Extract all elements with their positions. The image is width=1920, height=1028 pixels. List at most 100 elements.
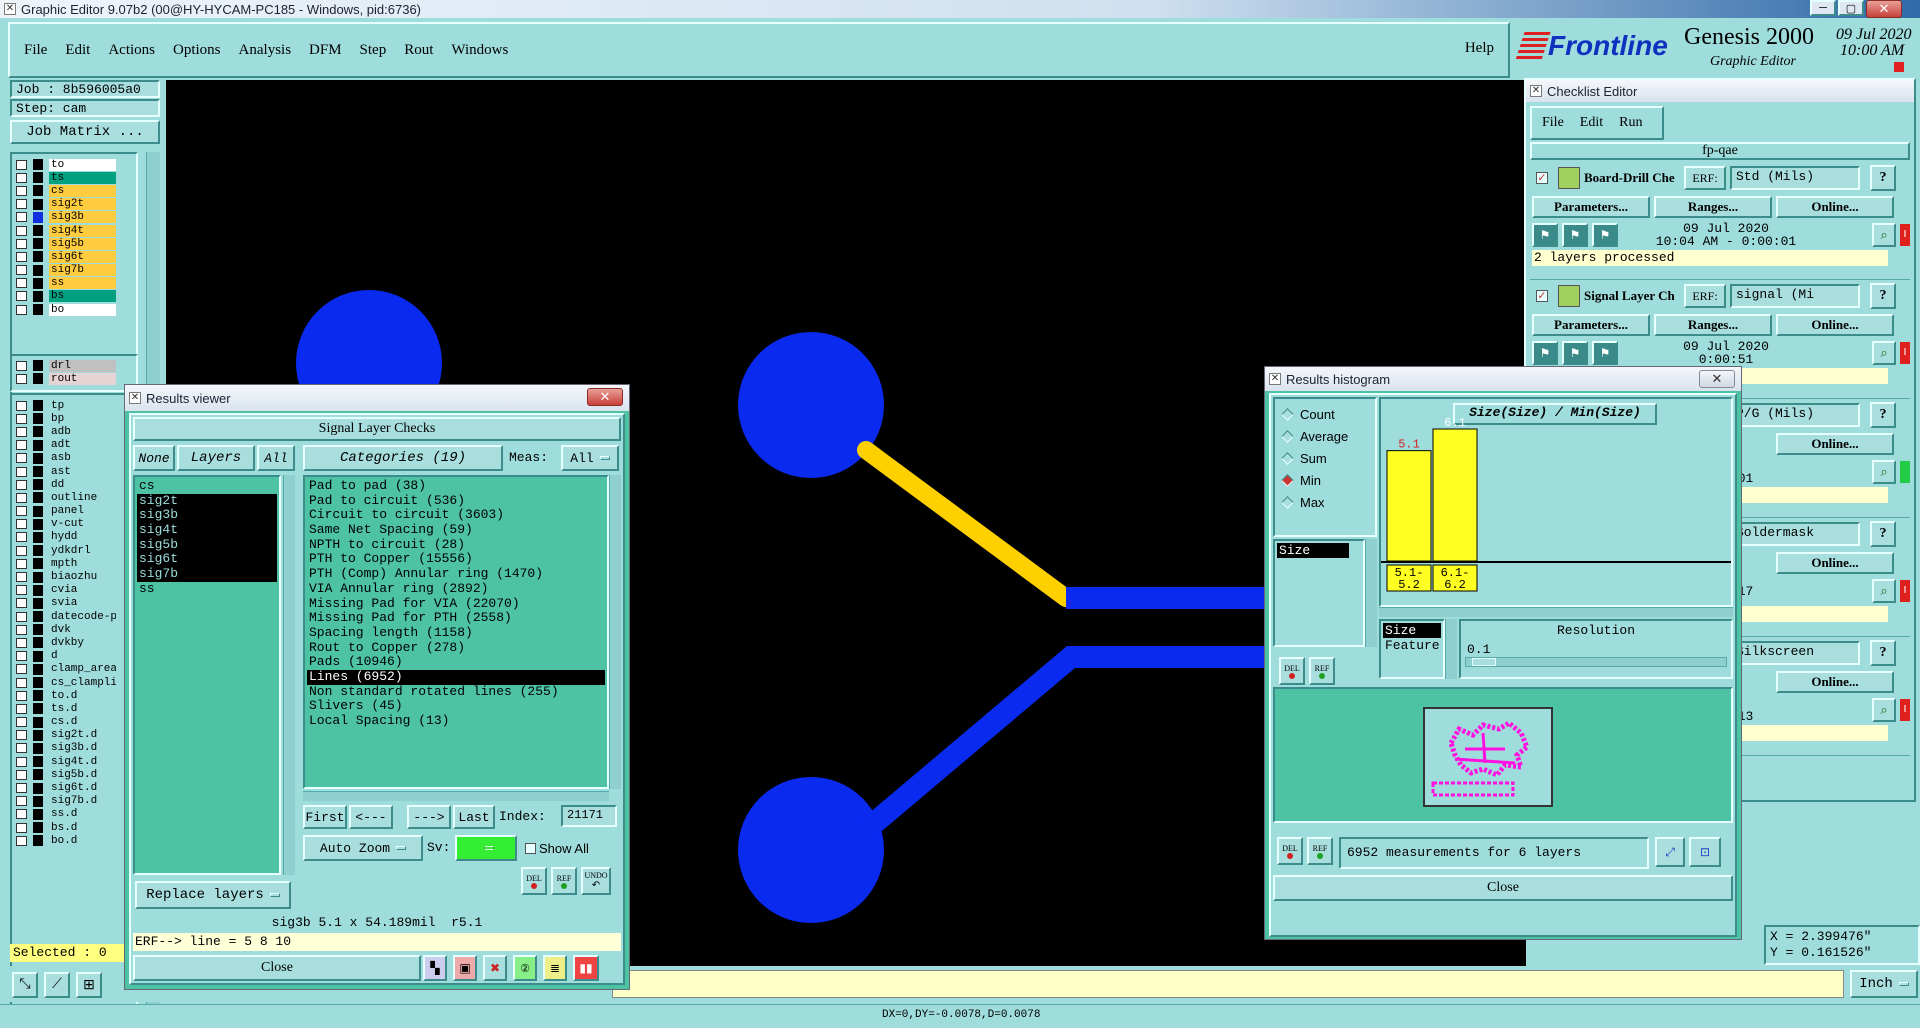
menu-item-actions[interactable]: Actions (108, 42, 155, 59)
axis-size[interactable]: Size (1383, 623, 1441, 638)
layer-name[interactable]: sig3b (49, 211, 116, 224)
layer-visibility-checkbox[interactable] (16, 519, 27, 530)
layer-name[interactable]: bo (49, 303, 116, 316)
layer-visibility-checkbox[interactable] (16, 225, 27, 236)
hist-del-button[interactable]: DEL (1279, 657, 1305, 685)
layer-name[interactable]: ast (49, 466, 116, 478)
layer-row[interactable]: cs (12, 184, 136, 197)
ref-button[interactable]: REF (551, 867, 577, 895)
run-action-icon[interactable]: ⚑ (1592, 223, 1618, 247)
layer-row[interactable]: sig6t.d (12, 781, 136, 794)
show-all-toggle[interactable]: Show All (525, 841, 589, 856)
category-item[interactable]: Spacing length (1158) (307, 625, 605, 641)
report-tool-icon[interactable]: ≣ (543, 955, 567, 981)
histogram-bar[interactable] (1432, 428, 1478, 562)
ranges-button[interactable]: Ranges... (1654, 196, 1772, 218)
results-viewer-close-icon[interactable]: ✕ (587, 388, 623, 406)
preview-del-button[interactable]: DEL (1277, 837, 1303, 865)
layer-row[interactable]: dvkby (12, 636, 136, 649)
layer-name[interactable]: sig5b (49, 237, 116, 250)
zoom-results-icon[interactable]: ⌕ (1872, 341, 1896, 365)
layer-row[interactable]: sig6t (12, 250, 136, 263)
layer-row[interactable]: sig7b.d (12, 795, 136, 808)
layer-name[interactable]: dd (49, 479, 116, 491)
layer-name[interactable]: outline (49, 492, 116, 504)
undo-button[interactable]: UNDO ↶ (581, 867, 611, 895)
layer-row[interactable]: ts (12, 171, 136, 184)
layer-visibility-checkbox[interactable] (16, 598, 27, 609)
layer-name[interactable]: ts (49, 171, 116, 184)
layer-row[interactable]: mpth (12, 557, 136, 570)
layer-row[interactable]: ydkdrl (12, 544, 136, 557)
layer-row[interactable]: biaozhu (12, 570, 136, 583)
layer-visibility-checkbox[interactable] (16, 783, 27, 794)
checklist-menu-run[interactable]: Run (1619, 115, 1642, 131)
parameters-button[interactable]: Parameters... (1532, 314, 1650, 336)
mode-radio-icon[interactable] (1281, 495, 1294, 509)
mode-radio-icon[interactable] (1281, 451, 1294, 465)
menu-help[interactable]: Help (1465, 40, 1494, 57)
unit-selector[interactable]: Inch (1850, 970, 1918, 998)
category-item[interactable]: Missing Pad for VIA (22070) (307, 596, 605, 612)
index-field[interactable]: 21171 (561, 805, 617, 827)
layer-visibility-checkbox[interactable] (16, 212, 27, 223)
menu-item-rout[interactable]: Rout (404, 42, 433, 59)
resolution-slider[interactable] (1465, 657, 1727, 667)
layer-row[interactable]: sig2t.d (12, 729, 136, 742)
layer-row[interactable]: cvia (12, 584, 136, 597)
mode-sum[interactable]: Sum (1281, 447, 1367, 469)
histogram-tool-icon[interactable]: ▮▮ (573, 955, 599, 981)
layer-name[interactable]: biaozhu (49, 571, 116, 583)
checklist-menu-edit[interactable]: Edit (1580, 115, 1603, 131)
layer-row[interactable]: bs.d (12, 821, 136, 834)
run-action-icon[interactable]: ⚑ (1532, 223, 1558, 247)
layer-name[interactable]: hydd (49, 531, 116, 543)
layers-tab[interactable]: Layers (177, 445, 255, 471)
category-item[interactable]: Rout to Copper (278) (307, 640, 605, 656)
field-size[interactable]: Size (1277, 543, 1349, 558)
run-action-icon[interactable]: ⚑ (1562, 341, 1588, 365)
meas-dropdown[interactable]: All (561, 445, 619, 471)
layer-name[interactable]: bs.d (49, 822, 116, 834)
first-button[interactable]: First (303, 805, 347, 829)
layer-name[interactable]: cvia (49, 584, 116, 596)
help-button[interactable]: ? (1870, 640, 1896, 666)
online-button[interactable]: Online... (1776, 314, 1894, 336)
run-action-icon[interactable]: ⚑ (1592, 341, 1618, 365)
layer-name[interactable]: dvk (49, 624, 116, 636)
mode-radio-icon[interactable] (1281, 473, 1294, 487)
layer-visibility-checkbox[interactable] (16, 756, 27, 767)
layer-row[interactable]: d (12, 650, 136, 663)
layer-row[interactable]: hydd (12, 531, 136, 544)
clear-tool-icon[interactable]: ✖ (483, 955, 507, 981)
layer-visibility-checkbox[interactable] (16, 545, 27, 556)
layer-name[interactable]: adb (49, 426, 116, 438)
layer-name[interactable]: bs (49, 290, 116, 303)
layer-visibility-checkbox[interactable] (16, 304, 27, 315)
menu-item-file[interactable]: File (24, 42, 47, 59)
histogram-close-icon[interactable]: ✕ (1699, 370, 1735, 388)
layer-name[interactable]: datecode-p (49, 611, 116, 623)
layer-visibility-checkbox[interactable] (16, 637, 27, 648)
layer-name[interactable]: sig3b.d (49, 742, 116, 754)
online-button[interactable]: Online... (1776, 433, 1894, 455)
layer-visibility-checkbox[interactable] (16, 651, 27, 662)
layer-row[interactable]: rout (12, 372, 136, 385)
layer-name[interactable]: ss (49, 277, 116, 290)
erf-value[interactable]: Soldermask (1730, 522, 1860, 546)
layer-name[interactable]: drl (49, 359, 116, 372)
layer-row[interactable]: ss (12, 277, 136, 290)
layer-visibility-checkbox[interactable] (16, 265, 27, 276)
sv-color-dropdown[interactable] (455, 835, 517, 861)
layer-name[interactable]: sig5b.d (49, 769, 116, 781)
layer-row[interactable]: bp (12, 412, 136, 425)
layer-visibility-checkbox[interactable] (16, 730, 27, 741)
layer-row[interactable]: sig5b.d (12, 768, 136, 781)
measure-tool-icon[interactable]: ⟋ (44, 972, 70, 998)
help-button[interactable]: ? (1870, 165, 1896, 191)
layer-visibility-checkbox[interactable] (16, 466, 27, 477)
layer-row[interactable]: dvk (12, 623, 136, 636)
online-button[interactable]: Online... (1776, 552, 1894, 574)
help-button[interactable]: ? (1870, 521, 1896, 547)
erf-value[interactable]: P/G (Mils) (1730, 403, 1860, 427)
